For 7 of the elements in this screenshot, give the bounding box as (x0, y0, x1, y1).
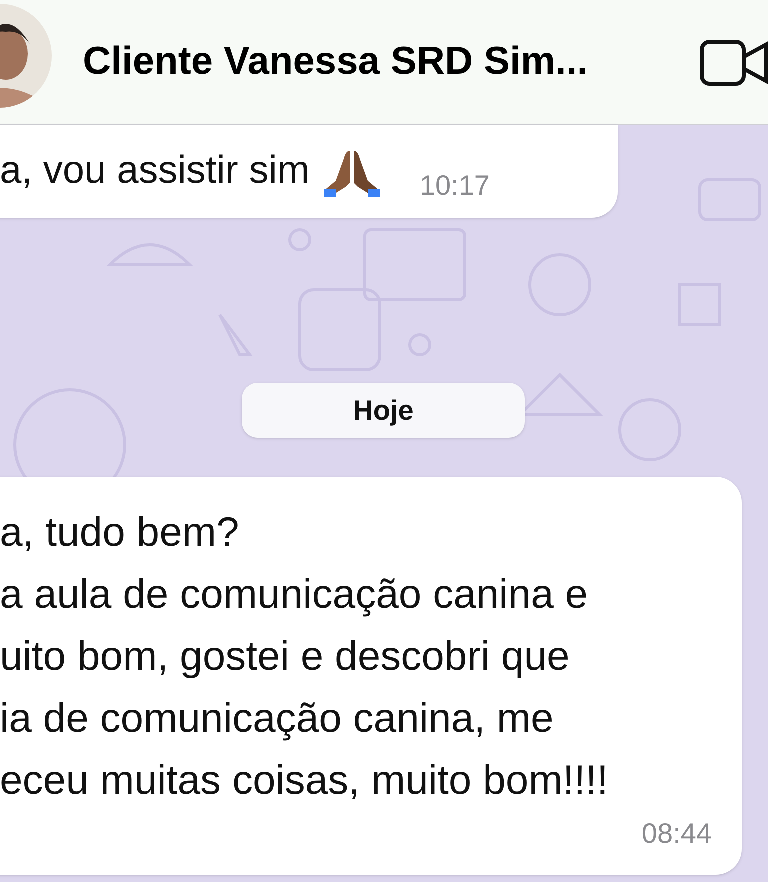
contact-name[interactable]: Cliente Vanessa SRD Sim... (83, 32, 588, 92)
date-chip: Hoje (242, 383, 525, 438)
message-time: 08:44 (642, 817, 712, 851)
message-text: a, tudo bem? a aula de comunicação canina e uito bom, gostei e descobri que ia de comunicação canina, me eceu muitas coisas, muito bom!!!! (0, 508, 610, 805)
message-time: 10:17 (420, 168, 490, 202)
message-text: a, vou assistir sim (0, 148, 310, 194)
video-call-icon[interactable] (700, 40, 768, 86)
